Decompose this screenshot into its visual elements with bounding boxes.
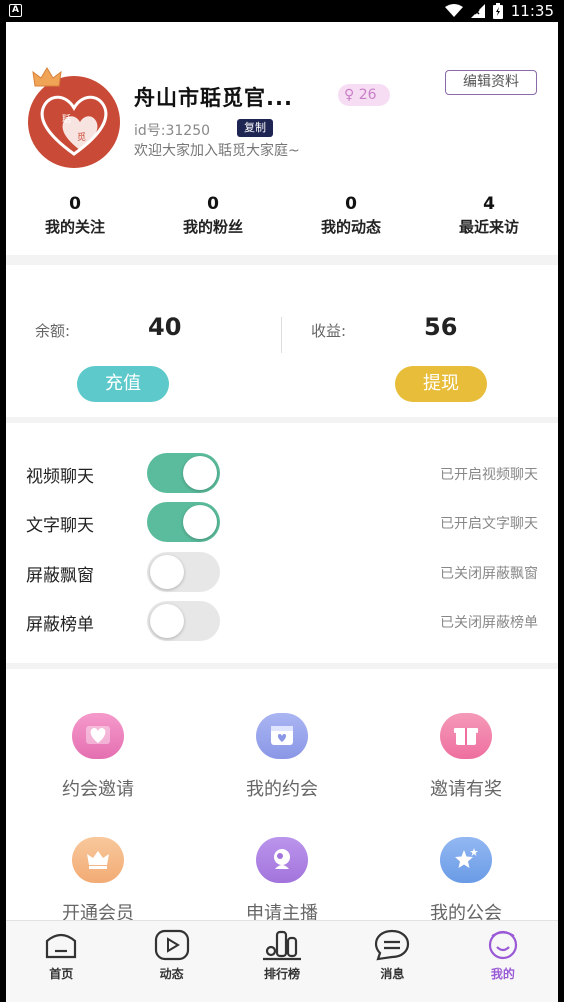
switch-knob [183,505,217,539]
age-value: 26 [358,87,377,103]
tab-moments[interactable]: 动态 [116,921,226,1002]
stat-label: 我的动态 [320,218,381,236]
balance-label: 余额: [35,322,71,340]
star-icon [440,837,492,883]
heart-icon [72,713,124,759]
block-ranking-switch[interactable] [147,601,220,641]
battery-icon [492,3,503,19]
toggle-status: 已开启视频聊天 [440,467,538,483]
toggle-status: 已关闭屏蔽榜单 [440,615,538,631]
text-chat-switch[interactable] [147,502,220,542]
play-icon [152,929,192,961]
tab-label: 首页 [49,967,74,981]
grid-item-my-guild[interactable]: 我的公会 [374,837,558,925]
ranking-icon [262,929,302,961]
wallet-card: 余额: 40 收益: 56 充值 提现 [6,265,558,417]
income-value: 56 [424,313,458,341]
status-time: 11:35 [510,2,554,20]
grid-item-apply-anchor[interactable]: 申请主播 [190,837,374,925]
switch-knob [150,555,184,589]
toggle-status: 已关闭屏蔽飘窗 [440,566,538,582]
welcome-text: 欢迎大家加入聒觅大家庭~ [134,143,300,159]
stat-label: 我的关注 [44,218,105,236]
wallet-divider [281,317,282,353]
toggle-label: 文字聊天 [26,516,94,536]
bottom-tab-bar: 首页 动态 排行榜 消息 我的 [6,920,558,1002]
message-icon [372,929,412,961]
toggle-row-block-ranking: 屏蔽榜单 已关闭屏蔽榜单 [6,601,558,641]
stat-following[interactable]: 0 我的关注 [6,194,144,237]
notification-a-icon: A [9,4,22,17]
anchor-icon [256,837,308,883]
settings-card: 视频聊天 已开启视频聊天 文字聊天 已开启文字聊天 屏蔽飘窗 已关闭屏蔽飘窗 屏… [6,423,558,663]
user-id: id号:31250 [134,123,211,139]
edit-profile-button[interactable]: 编辑资料 [445,70,537,95]
switch-knob [183,456,217,490]
profile-icon [483,929,523,961]
stat-value: 0 [345,194,357,214]
switch-knob [150,604,184,638]
stat-posts[interactable]: 0 我的动态 [282,194,420,237]
features-grid: 约会邀请 我的约会 邀请有奖 开通会员 申请主播 我的公会 [6,669,558,929]
toggle-label: 屏蔽飘窗 [26,566,94,586]
copy-id-button[interactable]: 复制 [237,119,273,137]
grid-item-date-invite[interactable]: 约会邀请 [6,713,190,801]
stat-visitors[interactable]: 4 最近来访 [420,194,558,237]
profile-card: 聒 觅 舟山市聒觅官... ♀ 26 编辑资料 id号:31250 复制 欢迎大… [6,22,558,255]
income-label: 收益: [311,322,347,340]
toggle-row-block-popup: 屏蔽飘窗 已关闭屏蔽飘窗 [6,552,558,592]
avatar-char-1: 聒 [62,114,71,125]
balance-value: 40 [148,313,182,341]
crown-icon [72,837,124,883]
stat-label: 我的粉丝 [182,218,243,236]
avatar-image: 聒 觅 [28,76,120,168]
withdraw-button[interactable]: 提现 [395,366,487,402]
wifi-icon [444,4,463,17]
tab-ranking[interactable]: 排行榜 [227,921,337,1002]
calendar-icon [256,713,308,759]
tab-home[interactable]: 首页 [6,921,116,1002]
tab-label: 动态 [159,967,184,981]
block-popup-switch[interactable] [147,552,220,592]
toggle-label: 屏蔽榜单 [26,615,94,635]
user-name: 舟山市聒觅官... [134,86,293,110]
female-age-badge: ♀ 26 [338,84,390,106]
tab-messages[interactable]: 消息 [337,921,447,1002]
crown-icon [32,67,62,87]
signal-icon [470,4,485,18]
stats-row: 0 我的关注 0 我的粉丝 0 我的动态 4 最近来访 [6,194,558,237]
video-chat-switch[interactable] [147,453,220,493]
gift-icon [440,713,492,759]
recharge-button[interactable]: 充值 [77,366,169,402]
avatar[interactable]: 聒 觅 [26,66,122,168]
stat-value: 0 [69,194,81,214]
grid-label: 约会邀请 [62,779,134,800]
toggle-status: 已开启文字聊天 [440,516,538,532]
toggle-row-text-chat: 文字聊天 已开启文字聊天 [6,502,558,542]
grid-item-invite-reward[interactable]: 邀请有奖 [374,713,558,801]
toggle-label: 视频聊天 [26,467,94,487]
stat-fans[interactable]: 0 我的粉丝 [144,194,282,237]
female-icon: ♀ [344,87,355,103]
avatar-char-2: 觅 [77,131,86,143]
grid-label: 邀请有奖 [430,779,502,800]
grid-item-vip[interactable]: 开通会员 [6,837,190,925]
profile-screen: 聒 觅 舟山市聒觅官... ♀ 26 编辑资料 id号:31250 复制 欢迎大… [6,22,558,1002]
tab-label: 我的 [490,967,515,981]
status-bar: A 11:35 [0,0,564,22]
grid-label: 我的约会 [246,779,318,800]
grid-item-my-dates[interactable]: 我的约会 [190,713,374,801]
stat-value: 0 [207,194,219,214]
tab-mine[interactable]: 我的 [448,921,558,1002]
stat-label: 最近来访 [458,218,519,236]
home-icon [41,929,81,961]
tab-label: 排行榜 [264,967,301,981]
tab-label: 消息 [380,967,405,981]
stat-value: 4 [483,194,495,214]
couple-hearts-logo: 聒 觅 [40,95,108,156]
toggle-row-video-chat: 视频聊天 已开启视频聊天 [6,453,558,493]
